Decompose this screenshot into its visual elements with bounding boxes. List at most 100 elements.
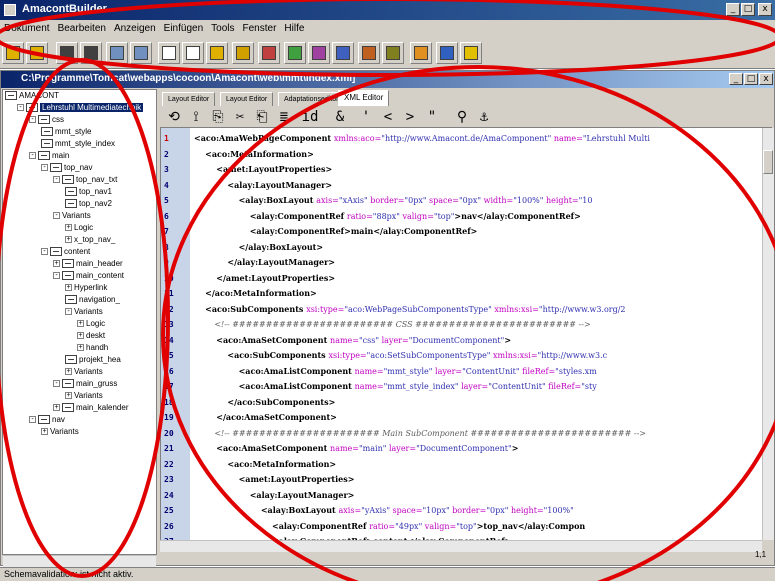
ampersand-button[interactable]: & <box>330 107 350 127</box>
expand-icon[interactable]: + <box>53 260 60 268</box>
code-line[interactable]: <amet:LayoutProperties> <box>194 473 355 486</box>
tree-node[interactable]: + Logic <box>65 223 93 234</box>
editor-scroll-thumb[interactable] <box>763 150 773 174</box>
tree-node[interactable]: - main <box>29 151 69 162</box>
search-icon[interactable]: ⚲ <box>452 107 472 127</box>
tree-node[interactable]: - top_nav_txt <box>53 175 117 186</box>
tree-node[interactable]: - Variants <box>53 211 91 222</box>
collapse-icon[interactable]: - <box>41 248 48 256</box>
tree-node[interactable]: + deskt <box>77 331 105 342</box>
code-line[interactable]: </alay:LayoutManager> <box>194 256 335 269</box>
expand-icon[interactable]: + <box>53 404 60 412</box>
minimize-button[interactable]: _ <box>726 3 740 16</box>
tree-node[interactable]: - main_content <box>53 271 124 282</box>
code-line[interactable]: <aco:AmaListComponent name="mmt_style_in… <box>194 380 597 393</box>
expand-icon[interactable]: + <box>65 368 72 376</box>
collapse-icon[interactable]: - <box>53 176 60 184</box>
expand-icon[interactable]: + <box>65 284 72 292</box>
collapse-icon[interactable]: - <box>53 212 60 220</box>
code-line[interactable]: </aco:SubComponents> <box>194 396 335 409</box>
code-line[interactable]: <aco:AmaListComponent name="mmt_style" l… <box>194 365 597 378</box>
align-icon[interactable]: ≣ <box>274 107 294 127</box>
expand-icon[interactable]: + <box>65 236 72 244</box>
expand-icon[interactable]: + <box>77 344 84 352</box>
id-button[interactable]: id <box>300 107 320 127</box>
code-line[interactable]: <aco:SubComponents xsi:type="aco:SetSubC… <box>194 349 607 362</box>
copy-icon[interactable]: ⎘ <box>208 107 228 127</box>
expand-icon[interactable]: + <box>65 224 72 232</box>
help-button[interactable] <box>436 42 458 64</box>
tree-node[interactable]: + Logic <box>77 319 105 330</box>
tree-node[interactable]: projekt_hea <box>65 355 121 366</box>
code-line[interactable]: <!-- ######################## CSS ######… <box>194 318 590 331</box>
copy-button[interactable] <box>158 42 180 64</box>
anchor-icon[interactable]: ⚓ <box>474 107 494 127</box>
code-line[interactable]: <alay:LayoutManager> <box>194 489 355 502</box>
tree-node[interactable]: mmt_style <box>41 127 91 138</box>
expand-icon[interactable]: + <box>77 320 84 328</box>
tree-node[interactable]: - content <box>41 247 90 258</box>
collapse-icon[interactable]: - <box>29 416 36 424</box>
warning-button[interactable] <box>460 42 482 64</box>
expand-icon[interactable]: + <box>77 332 84 340</box>
tree-node[interactable]: + x_top_nav_ <box>65 235 115 246</box>
tab-layout-editor[interactable]: Layout Editor <box>162 92 216 106</box>
component-4-button[interactable] <box>308 42 330 64</box>
code-line[interactable]: <amet:LayoutProperties> <box>194 163 332 176</box>
collapse-icon[interactable]: - <box>29 116 36 124</box>
collapse-icon[interactable]: - <box>53 272 60 280</box>
tree-node[interactable]: + Variants <box>65 367 103 378</box>
tree-horizontal-scrollbar[interactable] <box>3 555 156 567</box>
paste-icon[interactable]: ⎗ <box>252 107 272 127</box>
save-button[interactable] <box>56 42 78 64</box>
code-line[interactable]: </aco:MetaInformation> <box>194 287 317 300</box>
tree-node[interactable]: - main_gruss <box>53 379 117 390</box>
code-line[interactable]: </aco:AmaSetComponent> <box>194 411 337 424</box>
tab-layout-editor-2[interactable]: Layout Editor <box>220 92 274 106</box>
component-button[interactable] <box>232 42 254 64</box>
menu-anzeigen[interactable]: Anzeigen <box>110 20 160 34</box>
doc-maximize-button[interactable]: □ <box>744 73 758 85</box>
apostrophe-button[interactable]: ' <box>356 107 376 127</box>
code-line[interactable]: <aco:AmaSetComponent name="main" layer="… <box>194 442 518 455</box>
tree-node[interactable]: - css <box>29 115 64 126</box>
code-line[interactable]: </alay:BoxLayout> <box>194 241 324 254</box>
paste-button[interactable] <box>206 42 228 64</box>
code-line[interactable]: <aco:SubComponents xsi:type="aco:WebPage… <box>194 303 625 316</box>
doc-minimize-button[interactable]: _ <box>729 73 743 85</box>
tree-node[interactable]: - nav <box>29 415 65 426</box>
tree-node[interactable]: - Variants <box>65 307 103 318</box>
expand-icon[interactable]: + <box>41 428 48 436</box>
save-all-button[interactable] <box>80 42 102 64</box>
editor-vertical-scrollbar[interactable] <box>762 128 774 540</box>
expand-icon[interactable]: + <box>65 392 72 400</box>
code-line[interactable]: <alay:BoxLayout axis="yAxis" space="10px… <box>194 504 574 517</box>
component-5-button[interactable] <box>332 42 354 64</box>
menu-einfuegen[interactable]: Einfügen <box>160 20 207 34</box>
collapse-icon[interactable]: - <box>53 380 60 388</box>
code-line[interactable]: <aco:MetaInformation> <box>194 148 314 161</box>
code-line[interactable]: <aco:MetaInformation> <box>194 458 336 471</box>
settings-button[interactable] <box>410 42 432 64</box>
tree-node[interactable]: - Lehrstuhl Multimediatechnik <box>17 103 144 114</box>
tree-node[interactable]: mmt_style_index <box>41 139 115 150</box>
component-3-button[interactable] <box>284 42 306 64</box>
xml-editor[interactable]: 1 2 3 4 5 6 7 8 9 10 11 12 13 14 15 16 17 18 19 20 21 22 23 24 2… <box>160 128 762 540</box>
tree-node[interactable]: + Variants <box>41 427 79 438</box>
editor-horizontal-scrollbar[interactable] <box>160 540 762 552</box>
menu-bearbeiten[interactable]: Bearbeiten <box>54 20 110 34</box>
doc-close-button[interactable]: x <box>759 73 773 85</box>
code-line[interactable]: <!-- ###################### Main SubComp… <box>194 427 646 440</box>
tree-node[interactable]: + Variants <box>65 391 103 402</box>
tree-node[interactable]: + Hyperlink <box>65 283 107 294</box>
search-replace-button[interactable] <box>130 42 152 64</box>
quote-button[interactable]: " <box>422 107 442 127</box>
code-line[interactable]: <alay:BoxLayout axis="xAxis" border="0px… <box>194 194 593 207</box>
gt-button[interactable]: > <box>400 107 420 127</box>
menu-fenster[interactable]: Fenster <box>239 20 281 34</box>
menu-hilfe[interactable]: Hilfe <box>280 20 308 34</box>
collapse-icon[interactable]: - <box>17 104 24 112</box>
open-folder-button[interactable] <box>2 42 24 64</box>
tree-node[interactable]: + main_header <box>53 259 123 270</box>
component-6-button[interactable] <box>358 42 380 64</box>
